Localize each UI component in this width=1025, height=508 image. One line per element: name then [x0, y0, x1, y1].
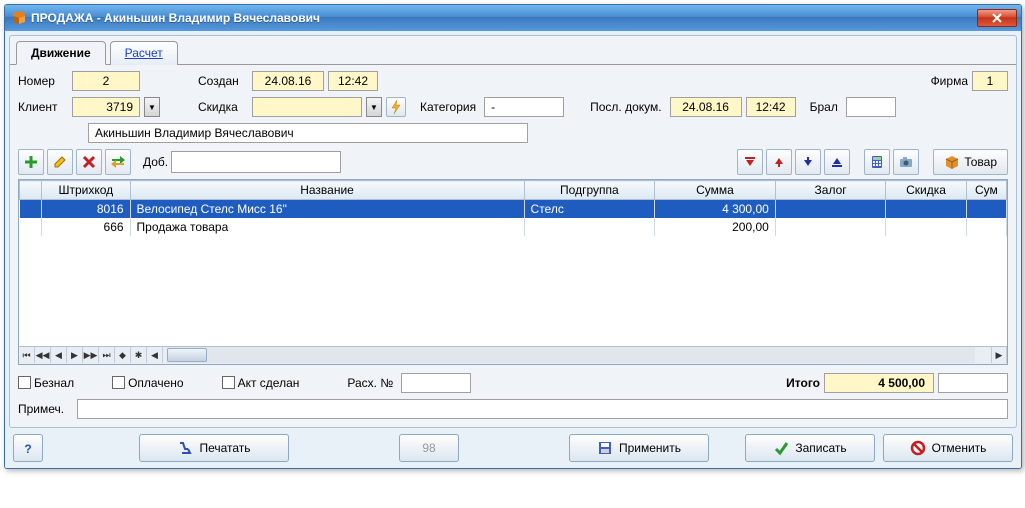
- tab-movement[interactable]: Движение: [16, 41, 106, 65]
- table-row[interactable]: 8016Велосипед Стелс Мисс 16"Стелс4 300,0…: [20, 200, 1007, 218]
- checkbox-paid[interactable]: Оплачено: [112, 376, 183, 390]
- grid-header-row: Штрихкод Название Подгруппа Сумма Залог …: [20, 181, 1007, 200]
- col-barcode[interactable]: Штрихкод: [42, 181, 130, 200]
- scroll-left[interactable]: ◀: [147, 347, 163, 363]
- main-panel: Движение Расчет Номер 2 Создан 24.08.16 …: [9, 35, 1017, 428]
- client-dropdown[interactable]: ▼: [144, 97, 160, 117]
- lightning-button[interactable]: [386, 97, 406, 117]
- table-row[interactable]: 666Продажа товара200,00: [20, 218, 1007, 236]
- scroll-right[interactable]: ▶: [991, 347, 1007, 363]
- close-button[interactable]: [977, 9, 1017, 27]
- save-button[interactable]: Записать: [745, 434, 875, 462]
- nav-extra1[interactable]: ◆: [115, 347, 131, 363]
- apply-button[interactable]: Применить: [569, 434, 709, 462]
- svg-text:?: ?: [24, 442, 31, 456]
- field-client-code[interactable]: 3719: [72, 97, 140, 117]
- col-subgroup[interactable]: Подгруппа: [524, 181, 655, 200]
- label-firm: Фирма: [931, 74, 968, 88]
- field-lastdoc-date[interactable]: 24.08.16: [670, 97, 742, 117]
- field-number[interactable]: 2: [72, 71, 140, 91]
- client-fullname: Акиньшин Владимир Вячеславович: [88, 123, 528, 143]
- field-expense[interactable]: [401, 373, 471, 393]
- label-number: Номер: [18, 74, 68, 88]
- toolbar: Доб. Товар: [18, 147, 1008, 177]
- field-took[interactable]: [846, 97, 896, 117]
- col-name[interactable]: Название: [130, 181, 524, 200]
- add-button[interactable]: [18, 149, 44, 175]
- label-created: Создан: [198, 74, 248, 88]
- label-client: Клиент: [18, 100, 68, 114]
- field-total-extra[interactable]: [938, 373, 1008, 393]
- tab-calc[interactable]: Расчет: [110, 41, 178, 65]
- id-button: 98: [399, 434, 459, 462]
- label-discount: Скидка: [198, 100, 248, 114]
- cancel-button[interactable]: Отменить: [883, 434, 1013, 462]
- calc-button[interactable]: [864, 149, 890, 175]
- col-discount[interactable]: Скидка: [886, 181, 966, 200]
- checkbox-cashless[interactable]: Безнал: [18, 376, 74, 390]
- nav-next-page[interactable]: ▶▶: [83, 347, 99, 363]
- col-deposit[interactable]: Залог: [775, 181, 886, 200]
- footer-buttons: ? Печатать 98 Применить Записать: [9, 428, 1017, 464]
- field-total: 4 500,00: [824, 373, 934, 393]
- field-firm[interactable]: 1: [972, 71, 1008, 91]
- checkbox-act[interactable]: Акт сделан: [222, 376, 300, 390]
- nav-first[interactable]: ⏮: [19, 347, 35, 363]
- label-note: Примеч.: [18, 402, 73, 416]
- field-discount[interactable]: [252, 97, 362, 117]
- goods-button[interactable]: Товар: [933, 149, 1008, 175]
- tool-up-button[interactable]: [766, 149, 792, 175]
- transfer-button[interactable]: [105, 149, 131, 175]
- nav-last[interactable]: ⏭: [99, 347, 115, 363]
- window-title: ПРОДАЖА - Акиньшин Владимир Вячеславович: [31, 11, 977, 25]
- client-area: Движение Расчет Номер 2 Создан 24.08.16 …: [5, 31, 1021, 468]
- label-category: Категория: [420, 100, 476, 114]
- app-icon: [11, 10, 27, 26]
- discount-dropdown[interactable]: ▼: [366, 97, 382, 117]
- goods-button-label: Товар: [964, 155, 997, 169]
- tool-down-button[interactable]: [795, 149, 821, 175]
- field-created-time[interactable]: 12:42: [328, 71, 378, 91]
- field-created-date[interactable]: 24.08.16: [252, 71, 324, 91]
- nav-prev-page[interactable]: ◀◀: [35, 347, 51, 363]
- form-area: Номер 2 Создан 24.08.16 12:42 Фирма 1 Кл…: [10, 64, 1016, 427]
- help-button[interactable]: ?: [13, 434, 43, 462]
- label-add: Доб.: [143, 155, 168, 169]
- label-total: Итого: [786, 376, 820, 390]
- nav-next[interactable]: ▶: [67, 347, 83, 363]
- tool-bottom-button[interactable]: [824, 149, 850, 175]
- label-expense: Расх. №: [347, 376, 393, 390]
- hscroll[interactable]: [167, 347, 975, 363]
- delete-button[interactable]: [76, 149, 102, 175]
- titlebar[interactable]: ПРОДАЖА - Акиньшин Владимир Вячеславович: [5, 5, 1021, 31]
- add-input[interactable]: [171, 151, 341, 173]
- field-category[interactable]: -: [484, 97, 564, 117]
- tabs: Движение Расчет: [10, 36, 1016, 64]
- nav-extra2[interactable]: ✱: [131, 347, 147, 363]
- camera-button[interactable]: [893, 149, 919, 175]
- label-took: Брал: [810, 100, 838, 114]
- grid-navigator: ⏮ ◀◀ ◀ ▶ ▶▶ ⏭ ◆ ✱ ◀ ▶: [19, 346, 1007, 364]
- col-selector[interactable]: [20, 181, 42, 200]
- nav-prev[interactable]: ◀: [51, 347, 67, 363]
- field-lastdoc-time[interactable]: 12:42: [746, 97, 796, 117]
- label-lastdoc: Посл. докум.: [590, 100, 661, 114]
- sale-window: ПРОДАЖА - Акиньшин Владимир Вячеславович…: [4, 4, 1022, 469]
- data-grid[interactable]: Штрихкод Название Подгруппа Сумма Залог …: [18, 179, 1008, 365]
- edit-button[interactable]: [47, 149, 73, 175]
- col-sumcut[interactable]: Сум: [966, 181, 1006, 200]
- note-input[interactable]: [77, 399, 1008, 419]
- col-sum[interactable]: Сумма: [655, 181, 776, 200]
- print-button[interactable]: Печатать: [139, 434, 289, 462]
- tool-top-button[interactable]: [737, 149, 763, 175]
